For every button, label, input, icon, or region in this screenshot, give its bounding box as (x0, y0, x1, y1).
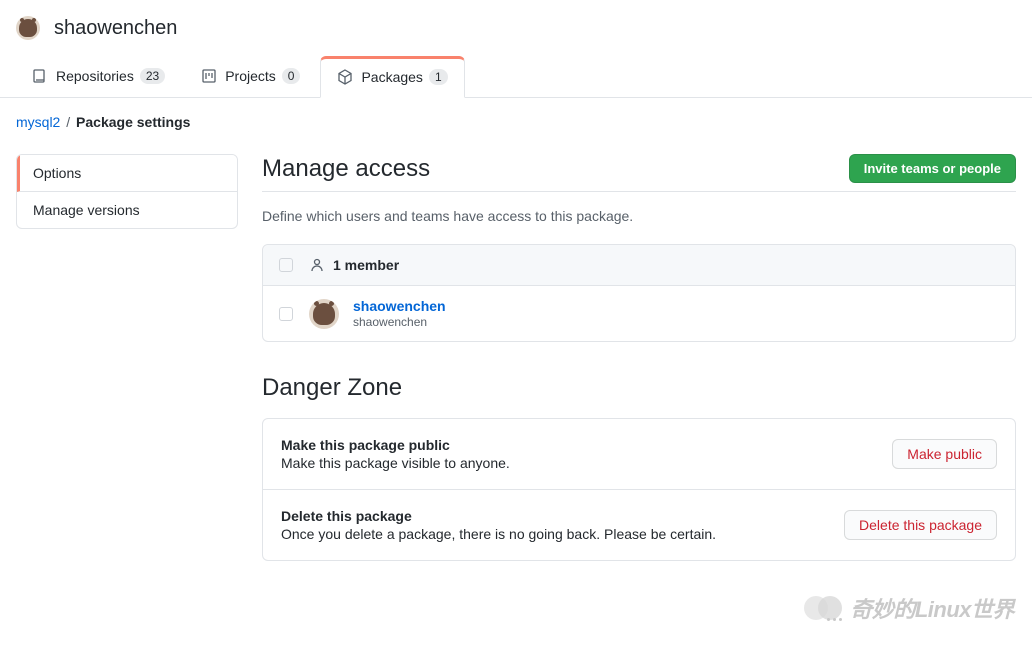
tab-label: Repositories (56, 68, 134, 84)
tab-count: 0 (282, 68, 301, 84)
tab-count: 1 (429, 69, 448, 85)
member-handle: shaowenchen (353, 315, 446, 329)
watermark: 奇妙的Linux世界 (804, 591, 1014, 625)
page-header: shaowenchen (0, 0, 1032, 56)
member-count: 1 member (333, 257, 399, 273)
page-title: Manage access (262, 155, 430, 183)
danger-item-delete: Delete this package Once you delete a pa… (263, 490, 1015, 560)
make-public-button[interactable]: Make public (892, 439, 997, 469)
member-name[interactable]: shaowenchen (353, 298, 446, 314)
member-avatar[interactable] (309, 299, 339, 329)
person-icon (309, 257, 325, 273)
danger-item-title: Make this package public (281, 437, 510, 453)
tab-packages[interactable]: Packages 1 (320, 56, 464, 98)
invite-button[interactable]: Invite teams or people (849, 154, 1016, 183)
repo-icon (32, 68, 48, 84)
danger-zone-title: Danger Zone (262, 374, 1016, 402)
delete-package-button[interactable]: Delete this package (844, 510, 997, 540)
package-icon (337, 69, 353, 85)
breadcrumb-current: Package settings (76, 114, 190, 130)
tab-count: 23 (140, 68, 165, 84)
breadcrumb-sep: / (66, 114, 70, 130)
username[interactable]: shaowenchen (54, 17, 177, 40)
sidenav-item-manage-versions[interactable]: Manage versions (17, 192, 237, 228)
sidenav-item-options[interactable]: Options (17, 155, 237, 192)
members-box: 1 member shaowenchen shaowenchen (262, 244, 1016, 342)
nav-tabs: Repositories 23 Projects 0 Packages 1 (0, 56, 1032, 98)
tab-repositories[interactable]: Repositories 23 (16, 56, 181, 97)
danger-item-title: Delete this package (281, 508, 716, 524)
danger-zone-box: Make this package public Make this packa… (262, 418, 1016, 561)
select-all-checkbox[interactable] (279, 258, 293, 272)
breadcrumb-parent[interactable]: mysql2 (16, 114, 60, 130)
watermark-text: 奇妙的Linux世界 (850, 592, 1014, 624)
section-subtitle: Define which users and teams have access… (262, 208, 1016, 224)
member-row: shaowenchen shaowenchen (263, 286, 1015, 341)
danger-item-desc: Make this package visible to anyone. (281, 455, 510, 471)
tab-projects[interactable]: Projects 0 (185, 56, 316, 97)
watermark-icon (804, 591, 844, 625)
breadcrumb: mysql2 / Package settings (0, 98, 1032, 130)
tab-label: Projects (225, 68, 276, 84)
project-icon (201, 68, 217, 84)
main-content: Manage access Invite teams or people Def… (262, 154, 1016, 561)
sidenav: Options Manage versions (16, 154, 238, 229)
danger-item-desc: Once you delete a package, there is no g… (281, 526, 716, 542)
tab-label: Packages (361, 69, 422, 85)
avatar[interactable] (16, 16, 40, 40)
member-checkbox[interactable] (279, 307, 293, 321)
danger-item-make-public: Make this package public Make this packa… (263, 419, 1015, 490)
